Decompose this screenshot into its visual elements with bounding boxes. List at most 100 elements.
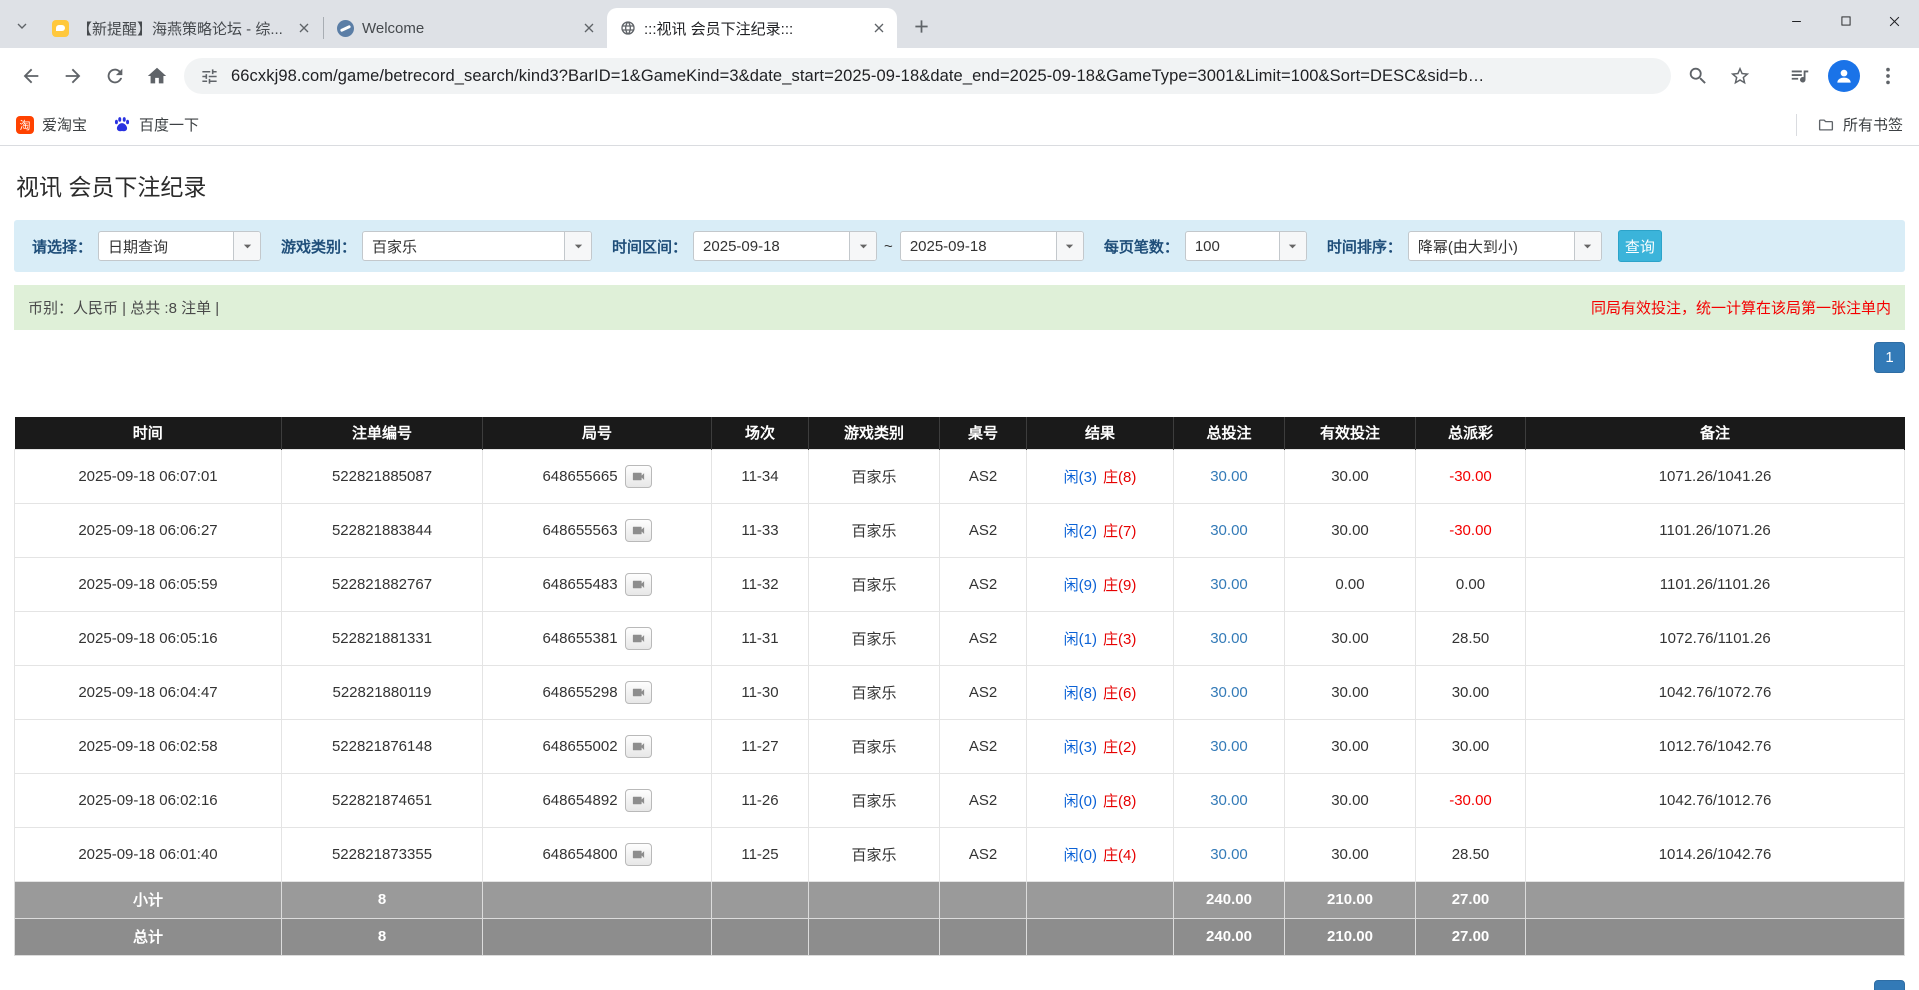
cell-valid-bet: 30.00 <box>1285 719 1416 773</box>
empty-cell <box>809 918 940 955</box>
new-tab-button[interactable] <box>906 11 936 41</box>
video-replay-button[interactable] <box>625 627 652 650</box>
bookmark-star-icon[interactable] <box>1719 55 1761 97</box>
per-page-value: 100 <box>1186 232 1279 260</box>
tab-welcome[interactable]: Welcome <box>325 8 607 48</box>
cell-payout: 30.00 <box>1416 665 1526 719</box>
media-controls-icon[interactable] <box>1779 55 1821 97</box>
game-type-select[interactable]: 百家乐 <box>362 231 592 261</box>
video-replay-button[interactable] <box>625 735 652 758</box>
total-bet-link[interactable]: 30.00 <box>1174 611 1285 665</box>
round-number: 648654800 <box>542 846 617 863</box>
back-button[interactable] <box>10 55 52 97</box>
chevron-down-icon[interactable] <box>1056 232 1083 260</box>
sort-select[interactable]: 降幂(由大到小) <box>1408 231 1602 261</box>
total-bet-link[interactable]: 30.00 <box>1174 449 1285 503</box>
tab-close-icon[interactable] <box>579 18 599 38</box>
globe-icon <box>619 20 636 37</box>
cell-time: 2025-09-18 06:05:16 <box>15 611 282 665</box>
search-button[interactable]: 查询 <box>1618 230 1662 262</box>
chevron-down-icon[interactable] <box>1279 232 1306 260</box>
site-settings-icon[interactable] <box>200 67 219 86</box>
query-type-value: 日期查询 <box>99 232 233 260</box>
cell-payout: -30.00 <box>1416 449 1526 503</box>
total-bet-link[interactable]: 30.00 <box>1174 557 1285 611</box>
query-type-label: 请选择： <box>32 236 92 257</box>
tab-bet-records-active[interactable]: :::视讯 会员下注纪录::: <box>607 8 897 48</box>
total-bet-link[interactable]: 30.00 <box>1174 665 1285 719</box>
tab-forum[interactable]: 【新提醒】海燕策略论坛 - 综... <box>40 8 322 48</box>
subtotal-label: 小计 <box>15 881 282 918</box>
tab-search-chevron-icon[interactable] <box>8 12 36 40</box>
cell-time: 2025-09-18 06:05:59 <box>15 557 282 611</box>
cell-result: 闲(8)庄(6) <box>1027 665 1174 719</box>
total-bet-link[interactable]: 30.00 <box>1174 773 1285 827</box>
date-start-select[interactable]: 2025-09-18 <box>693 231 877 261</box>
address-bar[interactable]: 66cxkj98.com/game/betrecord_search/kind3… <box>184 58 1671 94</box>
query-type-select[interactable]: 日期查询 <box>98 231 261 261</box>
home-button[interactable] <box>136 55 178 97</box>
total-valid-bet: 210.00 <box>1285 918 1416 955</box>
column-header: 场次 <box>712 417 809 449</box>
column-header: 备注 <box>1526 417 1905 449</box>
total-bet-link[interactable]: 30.00 <box>1174 719 1285 773</box>
cell-game-type: 百家乐 <box>809 773 940 827</box>
tab-close-icon[interactable] <box>294 18 314 38</box>
maximize-button[interactable] <box>1821 0 1870 42</box>
menu-kebab-icon[interactable] <box>1867 55 1909 97</box>
total-bet-link[interactable]: 30.00 <box>1174 503 1285 557</box>
taobao-icon: 淘 <box>16 116 34 134</box>
tab-close-icon[interactable] <box>869 18 889 38</box>
cell-payout: 28.50 <box>1416 827 1526 881</box>
cell-session: 11-25 <box>712 827 809 881</box>
empty-cell <box>809 881 940 918</box>
total-bet-link[interactable]: 30.00 <box>1174 827 1285 881</box>
page-1-button[interactable]: 1 <box>1874 980 1905 990</box>
chevron-down-icon[interactable] <box>849 232 876 260</box>
cell-time: 2025-09-18 06:06:27 <box>15 503 282 557</box>
reload-button[interactable] <box>94 55 136 97</box>
subtotal-row: 小计 8 240.00 210.00 27.00 <box>15 881 1905 918</box>
cell-result: 闲(0)庄(8) <box>1027 773 1174 827</box>
video-replay-button[interactable] <box>625 465 652 488</box>
result-banker: 庄(7) <box>1103 523 1136 540</box>
bookmark-taobao[interactable]: 淘 爱淘宝 <box>16 114 87 135</box>
forward-button[interactable] <box>52 55 94 97</box>
total-payout: 27.00 <box>1416 918 1526 955</box>
currency-total-text: 币别：人民币 | 总共 :8 注单 | <box>28 297 219 318</box>
tab-title: Welcome <box>362 20 571 37</box>
cell-round: 648655002 <box>483 719 712 773</box>
page-1-button[interactable]: 1 <box>1874 342 1905 373</box>
profile-avatar[interactable] <box>1828 60 1860 92</box>
column-header: 局号 <box>483 417 712 449</box>
table-row: 2025-09-18 06:05:59 522821882767 6486554… <box>15 557 1905 611</box>
table-row: 2025-09-18 06:07:01 522821885087 6486556… <box>15 449 1905 503</box>
zoom-icon[interactable] <box>1677 55 1719 97</box>
date-end-select[interactable]: 2025-09-18 <box>900 231 1084 261</box>
result-banker: 庄(9) <box>1103 577 1136 594</box>
bookmark-baidu[interactable]: 百度一下 <box>113 114 199 135</box>
browser-toolbar: 66cxkj98.com/game/betrecord_search/kind3… <box>0 48 1919 104</box>
per-page-label: 每页笔数： <box>1104 236 1179 257</box>
video-replay-button[interactable] <box>625 573 652 596</box>
column-header: 时间 <box>15 417 282 449</box>
cell-result: 闲(3)庄(8) <box>1027 449 1174 503</box>
video-replay-button[interactable] <box>625 681 652 704</box>
chevron-down-icon[interactable] <box>1574 232 1601 260</box>
chevron-down-icon[interactable] <box>564 232 591 260</box>
pagination-bottom: 1 <box>14 980 1905 990</box>
chevron-down-icon[interactable] <box>233 232 260 260</box>
per-page-select[interactable]: 100 <box>1185 231 1307 261</box>
close-window-button[interactable] <box>1870 0 1919 42</box>
sort-value: 降幂(由大到小) <box>1409 232 1574 260</box>
cell-valid-bet: 30.00 <box>1285 611 1416 665</box>
all-bookmarks[interactable]: 所有书签 <box>1796 114 1903 136</box>
video-replay-button[interactable] <box>625 519 652 542</box>
minimize-button[interactable] <box>1772 0 1821 42</box>
result-banker: 庄(2) <box>1103 739 1136 756</box>
video-replay-button[interactable] <box>625 789 652 812</box>
tab-separator <box>323 17 324 39</box>
column-header: 游戏类别 <box>809 417 940 449</box>
video-replay-button[interactable] <box>625 843 652 866</box>
empty-cell <box>712 918 809 955</box>
